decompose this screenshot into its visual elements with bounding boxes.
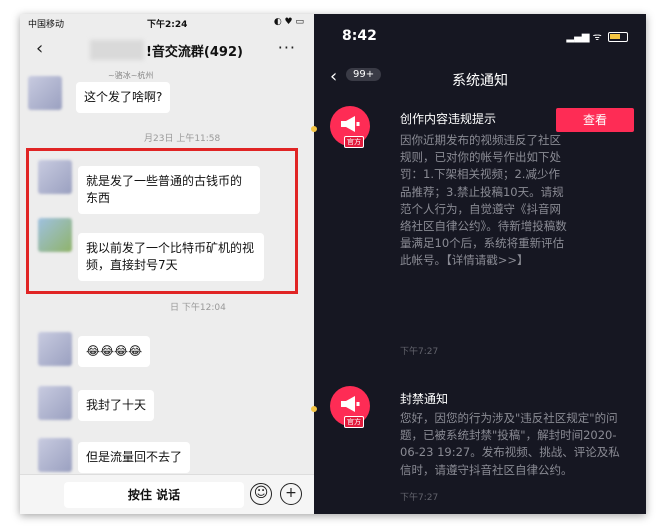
chat-input-bar: 按住 说话 ☺ + — [20, 474, 314, 514]
official-tag: 官方 — [344, 416, 364, 428]
unread-dot — [311, 126, 317, 132]
signal-wifi-icon: ▂▄▆ ᯤ — [566, 32, 602, 43]
notification-body[interactable]: 您好，因您的行为涉及"违反社区规定"的问题，已被系统封禁"投稿"，解封时间202… — [400, 410, 630, 479]
notification-title: 创作内容违规提示 — [400, 112, 497, 126]
notification-time: 下午7:27 — [400, 493, 439, 503]
notification-body[interactable]: 因你近期发布的视频违反了社区规则，已对你的帐号作出如下处罚：1.下架相关视频；2… — [400, 132, 568, 270]
hold-to-talk-button[interactable]: 按住 说话 — [64, 482, 244, 508]
avatar[interactable] — [38, 332, 72, 366]
more-button[interactable]: ··· — [278, 38, 296, 57]
douyin-notification-pane: 8:42 ▂▄▆ ᯤ ‹ 99+ 系统通知 官方 创作内容违规提示 查看 因你近… — [311, 14, 646, 514]
plus-icon[interactable]: + — [280, 483, 302, 505]
chat-header: ‹ !音交流群(492) ··· — [20, 32, 314, 66]
official-tag: 官方 — [344, 136, 364, 148]
highlight-box — [26, 148, 298, 294]
battery-icon — [608, 32, 628, 42]
avatar[interactable] — [28, 76, 62, 110]
status-icons: ◐ ♥ ▭ — [273, 17, 304, 27]
message-bubble[interactable]: 这个发了啥啊? — [76, 82, 171, 113]
sender-nick: ~骆冰~杭州 — [108, 71, 154, 80]
megaphone-icon — [341, 116, 360, 132]
unread-badge: 99+ — [346, 68, 382, 81]
back-button[interactable]: ‹ — [36, 38, 43, 59]
back-button[interactable]: ‹ — [330, 66, 337, 87]
group-title: !音交流群(492) — [146, 45, 243, 60]
chat-timestamp: 日 下午12:04 — [170, 303, 226, 313]
blurred-title-part — [90, 40, 144, 60]
view-button[interactable]: 查看 — [556, 108, 634, 132]
status-icons: ▂▄▆ ᯤ — [566, 29, 628, 43]
notification-time: 下午7:27 — [400, 347, 439, 357]
official-avatar[interactable]: 官方 — [330, 106, 370, 148]
message-bubble[interactable]: 我封了十天 — [78, 390, 155, 421]
status-time: 下午2:24 — [147, 20, 188, 30]
page-title: 系统通知 — [452, 73, 508, 89]
notification-title: 封禁通知 — [400, 392, 449, 406]
screenshot-frame: 中国移动 下午2:24 ◐ ♥ ▭ ‹ !音交流群(492) ··· ~骆冰~杭… — [20, 14, 646, 514]
avatar[interactable] — [38, 438, 72, 472]
emoji-icon[interactable]: ☺ — [250, 483, 272, 505]
megaphone-icon — [341, 396, 360, 412]
status-bar: 中国移动 下午2:24 ◐ ♥ ▭ — [20, 14, 314, 30]
chat-timestamp: 月23日 上午11:58 — [144, 134, 221, 144]
wechat-chat-pane: 中国移动 下午2:24 ◐ ♥ ▭ ‹ !音交流群(492) ··· ~骆冰~杭… — [20, 14, 314, 514]
carrier-label: 中国移动 — [28, 20, 65, 30]
avatar[interactable] — [38, 386, 72, 420]
status-time: 8:42 — [342, 28, 377, 44]
official-avatar[interactable]: 官方 — [330, 386, 370, 428]
message-bubble[interactable]: 但是流量回不去了 — [78, 442, 191, 473]
unread-dot — [311, 406, 317, 412]
message-bubble[interactable]: 😂😂😂😂 — [78, 336, 151, 367]
